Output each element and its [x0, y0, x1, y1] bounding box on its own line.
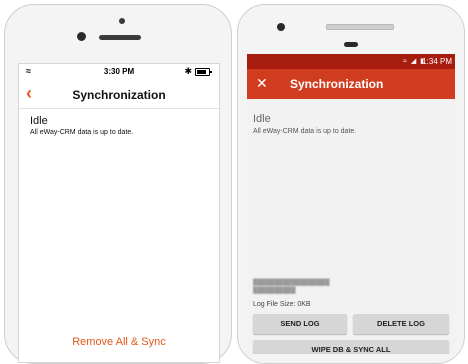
- delete-log-button[interactable]: DELETE LOG: [353, 314, 449, 334]
- server-info-blurred: ██████████████████ ██████████: [253, 280, 330, 294]
- android-app-bar: ✕ Synchronization: [247, 69, 455, 99]
- sync-state: Idle: [30, 115, 48, 127]
- android-device: ≈ ◢ ▮ 1:34 PM ✕ Synchronization Idle All…: [237, 4, 465, 364]
- ios-status-bar: ≈ 3:30 PM ✱: [19, 64, 219, 80]
- front-camera: [277, 23, 285, 31]
- bluetooth-icon: ✱: [184, 66, 192, 76]
- sync-state: Idle: [253, 113, 271, 125]
- sync-detail: All eWay-CRM data is up to date.: [30, 129, 134, 136]
- earpiece-speaker: [344, 42, 358, 47]
- log-file-size: Log File Size: 0KB: [253, 301, 311, 308]
- front-camera: [77, 32, 86, 41]
- page-title: Synchronization: [290, 77, 384, 91]
- sync-detail: All eWay-CRM data is up to date.: [253, 128, 357, 135]
- remove-all-sync-button[interactable]: Remove All & Sync: [19, 336, 219, 348]
- battery-icon: [195, 68, 212, 76]
- status-time: 1:34 PM: [422, 57, 452, 66]
- speaker-grille: [326, 24, 394, 30]
- ios-screen: ≈ 3:30 PM ✱ ‹ Synchronization Idle All e…: [18, 63, 220, 363]
- proximity-sensor: [119, 18, 125, 24]
- android-status-bar: ≈ ◢ ▮ 1:34 PM: [247, 54, 455, 69]
- earpiece-speaker: [99, 35, 141, 40]
- iphone-device: ≈ 3:30 PM ✱ ‹ Synchronization Idle All e…: [4, 4, 232, 364]
- android-screen: ≈ ◢ ▮ 1:34 PM ✕ Synchronization Idle All…: [247, 54, 455, 354]
- close-icon[interactable]: ✕: [256, 75, 268, 91]
- ios-navigation-bar: ‹ Synchronization: [19, 80, 219, 109]
- page-title: Synchronization: [72, 88, 166, 102]
- wipe-db-sync-all-button[interactable]: WIPE DB & SYNC ALL: [253, 340, 449, 354]
- send-log-button[interactable]: SEND LOG: [253, 314, 347, 334]
